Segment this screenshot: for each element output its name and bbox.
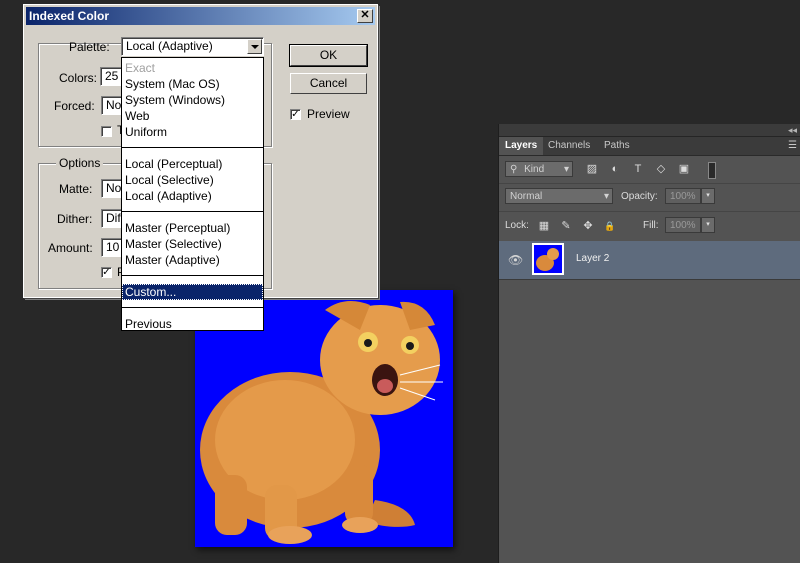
- layer-name[interactable]: Layer 2: [576, 253, 609, 264]
- blend-mode-select[interactable]: Normal ▾: [505, 188, 613, 204]
- kind-filter-select[interactable]: ⚲ Kind ▾: [505, 161, 573, 177]
- kind-label: Kind: [524, 164, 545, 175]
- palette-option-system-mac[interactable]: System (Mac OS): [122, 76, 263, 92]
- menu-separator: [122, 275, 263, 276]
- layers-panel: ◂◂ Layers Channels Paths ☰ ⚲ Kind ▾ ▨ ◐ …: [498, 124, 800, 563]
- palette-option-local-perceptual[interactable]: Local (Perceptual): [122, 156, 263, 172]
- menu-separator: [122, 147, 263, 148]
- chevron-down-icon: ▾: [563, 164, 569, 175]
- fill-label: Fill:: [643, 220, 659, 231]
- palette-option-exact: Exact: [125, 61, 156, 75]
- opacity-dropdown-button[interactable]: ▾: [701, 188, 715, 204]
- amount-label: Amount:: [48, 241, 93, 255]
- preview-label: Preview: [307, 107, 350, 121]
- close-button[interactable]: ✕: [357, 9, 373, 23]
- palette-option-custom[interactable]: Custom...: [122, 284, 263, 300]
- fill-dropdown-button[interactable]: ▾: [701, 217, 715, 233]
- blend-mode-value: Normal: [510, 191, 543, 202]
- palette-option-master-perceptual[interactable]: Master (Perceptual): [122, 220, 263, 236]
- tab-layers[interactable]: Layers: [499, 137, 544, 155]
- checkmark-icon: ✓: [102, 267, 111, 278]
- palette-option-system-windows[interactable]: System (Windows): [122, 92, 263, 108]
- transparency-checkbox[interactable]: [101, 126, 112, 137]
- palette-option-master-selective[interactable]: Master (Selective): [122, 236, 263, 252]
- shape-layer-filter-icon[interactable]: ◇: [655, 163, 667, 175]
- filter-toggle-switch[interactable]: [708, 162, 716, 179]
- cancel-button[interactable]: Cancel: [290, 73, 367, 94]
- panel-menu-icon[interactable]: ☰: [788, 140, 797, 151]
- opacity-input[interactable]: 100%: [665, 188, 701, 204]
- palette-value: Local (Adaptive): [126, 39, 213, 53]
- layer-row[interactable]: 👁 Layer 2: [499, 241, 800, 280]
- close-icon: ✕: [360, 9, 370, 21]
- lock-position-icon[interactable]: ✥: [582, 220, 594, 232]
- menu-separator: [122, 307, 263, 308]
- dither-label: Dither:: [57, 212, 93, 226]
- lock-row: Lock: ▦ ✎ ✥ 🔒 Fill: 100% ▾: [499, 211, 800, 242]
- tab-channels[interactable]: Channels: [542, 137, 596, 155]
- lock-all-icon[interactable]: 🔒: [604, 220, 616, 232]
- collapse-panels-icon[interactable]: ◂◂: [788, 124, 797, 136]
- adjustment-layer-filter-icon[interactable]: ◐: [609, 163, 621, 175]
- ok-button[interactable]: OK: [289, 44, 368, 67]
- preview-checkbox[interactable]: ✓: [290, 109, 301, 120]
- pixel-layer-filter-icon[interactable]: ▨: [586, 163, 598, 175]
- type-layer-filter-icon[interactable]: T: [632, 163, 644, 175]
- fill-input[interactable]: 100%: [665, 217, 701, 233]
- menu-separator: [122, 211, 263, 212]
- layer-thumbnail-cat: [536, 248, 559, 271]
- filter-row: ⚲ Kind ▾ ▨ ◐ T ◇ ▣: [499, 155, 800, 184]
- palette-option-web[interactable]: Web: [122, 108, 263, 124]
- opacity-label: Opacity:: [621, 191, 658, 202]
- options-legend: Options: [56, 156, 104, 170]
- colors-label: Colors:: [59, 71, 98, 85]
- lock-image-pixels-icon[interactable]: ✎: [560, 220, 572, 232]
- panel-tab-bar: Layers Channels Paths ☰: [499, 137, 800, 156]
- palette-select[interactable]: Local (Adaptive): [121, 37, 264, 56]
- palette-option-local-selective[interactable]: Local (Selective): [122, 172, 263, 188]
- chevron-down-icon: [247, 39, 262, 54]
- layer-thumbnail[interactable]: [532, 243, 564, 275]
- dialog-titlebar[interactable]: Indexed Color ✕: [26, 7, 375, 25]
- lock-label: Lock:: [505, 220, 529, 231]
- palette-label: Palette:: [69, 40, 110, 54]
- blend-row: Normal ▾ Opacity: 100% ▾: [499, 183, 800, 212]
- chevron-down-icon: ▾: [603, 191, 609, 202]
- lock-transparent-pixels-icon[interactable]: ▦: [538, 220, 550, 232]
- forced-label: Forced:: [54, 99, 95, 113]
- preserve-exact-colors-checkbox[interactable]: ✓: [101, 267, 112, 278]
- palette-option-previous[interactable]: Previous: [122, 316, 263, 332]
- smart-object-filter-icon[interactable]: ▣: [678, 163, 690, 175]
- palette-option-local-adaptive[interactable]: Local (Adaptive): [122, 188, 263, 204]
- matte-label: Matte:: [59, 182, 93, 196]
- panel-top-bar: ◂◂: [499, 124, 800, 137]
- dialog-title: Indexed Color: [29, 9, 110, 23]
- checkmark-icon: ✓: [291, 109, 300, 120]
- palette-option-master-adaptive[interactable]: Master (Adaptive): [122, 252, 263, 268]
- tab-paths[interactable]: Paths: [598, 137, 636, 155]
- palette-option-uniform[interactable]: Uniform: [122, 124, 263, 140]
- search-icon: ⚲: [510, 164, 518, 175]
- visibility-eye-icon[interactable]: 👁: [508, 253, 523, 267]
- palette-dropdown-list: Exact System (Mac OS) System (Windows) W…: [121, 57, 264, 331]
